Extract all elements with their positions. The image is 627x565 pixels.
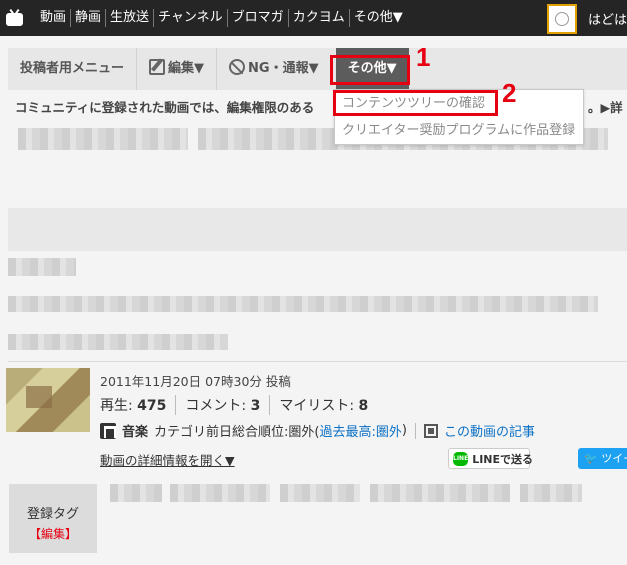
edit-icon <box>149 59 166 75</box>
dropdown-item-creator-program[interactable]: クリエイター奨励プログラムに作品登録 <box>335 117 583 144</box>
twitter-bird-icon: 🐦 <box>584 452 598 465</box>
community-notice: コミュニティに登録された動画では、編集権限のある <box>15 100 315 115</box>
view-count-label: 再生: <box>100 398 138 414</box>
niconico-tv-icon[interactable] <box>6 8 30 27</box>
blurred-tag <box>110 484 162 502</box>
tags-label: 登録タグ <box>26 507 79 522</box>
blurred-text <box>8 296 598 312</box>
blurred-tag <box>370 484 510 502</box>
tweet-button[interactable]: 🐦 ツイー <box>578 448 627 469</box>
ng-report-label: NG・通報▼ <box>248 61 319 76</box>
article-icon <box>423 423 438 438</box>
nav-channel[interactable]: チャンネル <box>154 9 228 27</box>
video-stats: 再生: 475 コメント: 3 マイリスト: 8 <box>100 395 386 415</box>
rank-history-link[interactable]: 過去最高:圏外 <box>319 421 401 440</box>
comment-count-value: 3 <box>250 398 261 414</box>
gray-band <box>8 208 627 251</box>
user-avatar[interactable] <box>547 4 577 34</box>
tweet-label: ツイー <box>601 452 627 465</box>
article-link[interactable]: この動画の記事 <box>444 421 535 440</box>
line-share-label: LINEで送る <box>472 452 534 466</box>
video-thumbnail[interactable] <box>6 368 90 432</box>
comment-count: コメント: 3 <box>185 395 271 415</box>
annotation-box-2 <box>333 90 498 116</box>
blurred-text <box>18 128 188 150</box>
annotation-box-1 <box>330 55 410 85</box>
mylist-count-value: 8 <box>358 398 369 414</box>
nav-seiga[interactable]: 静画 <box>71 9 107 27</box>
annotation-number-1: 1 <box>416 42 431 72</box>
blurred-tag <box>170 484 270 502</box>
ng-report-button[interactable]: NG・通報▼ <box>217 48 331 90</box>
nav-blomaga[interactable]: ブロマガ <box>228 9 289 27</box>
blurred-text <box>8 334 228 350</box>
top-navigation: 動画 静画 生放送 チャンネル ブロマガ カクヨム その他▼ <box>0 0 627 36</box>
notice-detail-link[interactable]: 。▶詳 <box>588 97 623 116</box>
mylist-count: マイリスト: 8 <box>279 395 377 415</box>
prohibited-icon <box>229 59 246 75</box>
user-name[interactable]: はどはん <box>588 9 627 28</box>
edit-menu-label: 編集▼ <box>168 61 205 76</box>
edit-menu-button[interactable]: 編集▼ <box>137 48 216 90</box>
category-label[interactable]: 音楽 <box>122 421 148 440</box>
annotation-number-2: 2 <box>502 78 517 108</box>
registered-tags-box: 登録タグ 【編集】 <box>9 484 97 553</box>
blurred-tag <box>520 484 582 502</box>
poster-menu-button[interactable]: 投稿者用メニュー <box>8 48 136 90</box>
nav-live[interactable]: 生放送 <box>106 9 155 27</box>
video-menu-bar: 投稿者用メニュー 編集▼ NG・通報▼ その他▼ <box>8 48 627 90</box>
post-date: 2011年11月20日 07時30分 投稿 <box>100 374 291 389</box>
line-share-button[interactable]: LINE LINEで送る <box>448 448 534 469</box>
divider <box>414 422 416 439</box>
line-icon: LINE <box>453 451 469 466</box>
tags-edit-link[interactable]: 【編集】 <box>9 525 97 542</box>
music-category-icon <box>100 422 116 439</box>
nav-video[interactable]: 動画 <box>36 9 72 27</box>
nav-other[interactable]: その他▼ <box>350 9 407 27</box>
view-count-value: 475 <box>137 398 167 414</box>
category-row: 音楽 カテゴリ前日総合順位:圏外( 過去最高:圏外 ) この動画の記事 <box>100 421 535 440</box>
detail-info-toggle[interactable]: 動画の詳細情報を開く▼ <box>100 450 235 469</box>
mylist-count-label: マイリスト: <box>279 398 359 414</box>
blurred-text <box>8 258 76 276</box>
section-divider <box>8 361 627 362</box>
rank-close: ) <box>401 423 407 438</box>
rank-text: カテゴリ前日総合順位:圏外( <box>154 425 320 440</box>
comment-count-label: コメント: <box>185 398 251 414</box>
view-count: 再生: 475 <box>100 395 177 415</box>
nav-kakuyomu[interactable]: カクヨム <box>289 9 350 27</box>
blurred-tag <box>280 484 360 502</box>
